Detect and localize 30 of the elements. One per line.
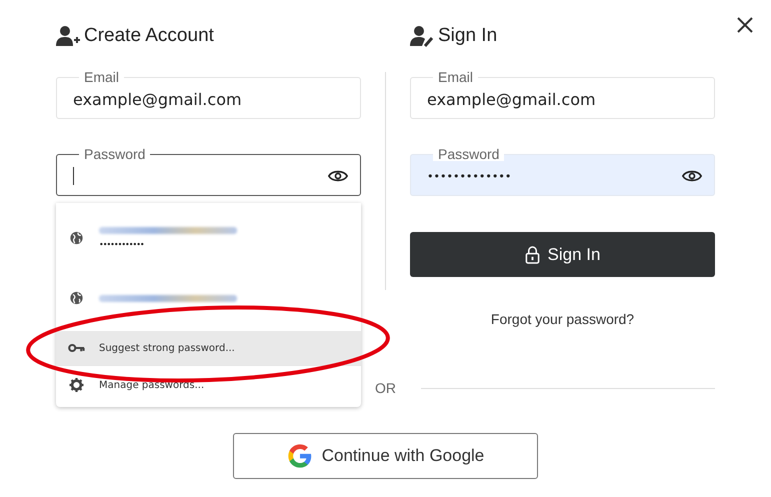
- field-value: •••••••••••••: [427, 170, 512, 182]
- eye-icon[interactable]: [682, 169, 702, 183]
- text-cursor: [73, 167, 74, 185]
- gear-icon: [68, 378, 85, 392]
- email-field[interactable]: Email example@gmail.com: [56, 70, 361, 119]
- person-add-icon: [56, 25, 80, 47]
- sign-in-button[interactable]: Sign In: [410, 232, 715, 277]
- password-mask: ••••••••••••: [99, 240, 145, 249]
- password-field[interactable]: Password •••••••••••••: [410, 147, 715, 196]
- globe-icon: [68, 291, 85, 305]
- field-label: Password: [433, 147, 504, 161]
- field-value: example@gmail.com: [73, 90, 242, 108]
- google-sign-in-button[interactable]: Continue with Google: [232, 433, 538, 479]
- suggest-password-item[interactable]: Suggest strong password...: [56, 331, 361, 365]
- or-divider-text: OR: [375, 380, 396, 396]
- manage-passwords-item[interactable]: Manage passwords...: [56, 365, 361, 404]
- email-field[interactable]: Email example@gmail.com: [410, 70, 715, 119]
- key-icon: [68, 343, 85, 353]
- globe-icon: [68, 231, 85, 245]
- lock-icon: [524, 245, 540, 264]
- close-icon[interactable]: [737, 17, 753, 33]
- password-field[interactable]: Password: [56, 147, 361, 196]
- forgot-password-link[interactable]: Forgot your password?: [490, 311, 634, 327]
- person-edit-icon: [410, 25, 434, 47]
- field-value: example@gmail.com: [427, 90, 596, 108]
- section-title: Sign In: [438, 25, 498, 47]
- google-icon: [286, 442, 314, 470]
- saved-login-item[interactable]: ••••••••••••: [56, 208, 361, 268]
- eye-icon[interactable]: [328, 169, 348, 183]
- section-title: Create Account: [84, 25, 214, 47]
